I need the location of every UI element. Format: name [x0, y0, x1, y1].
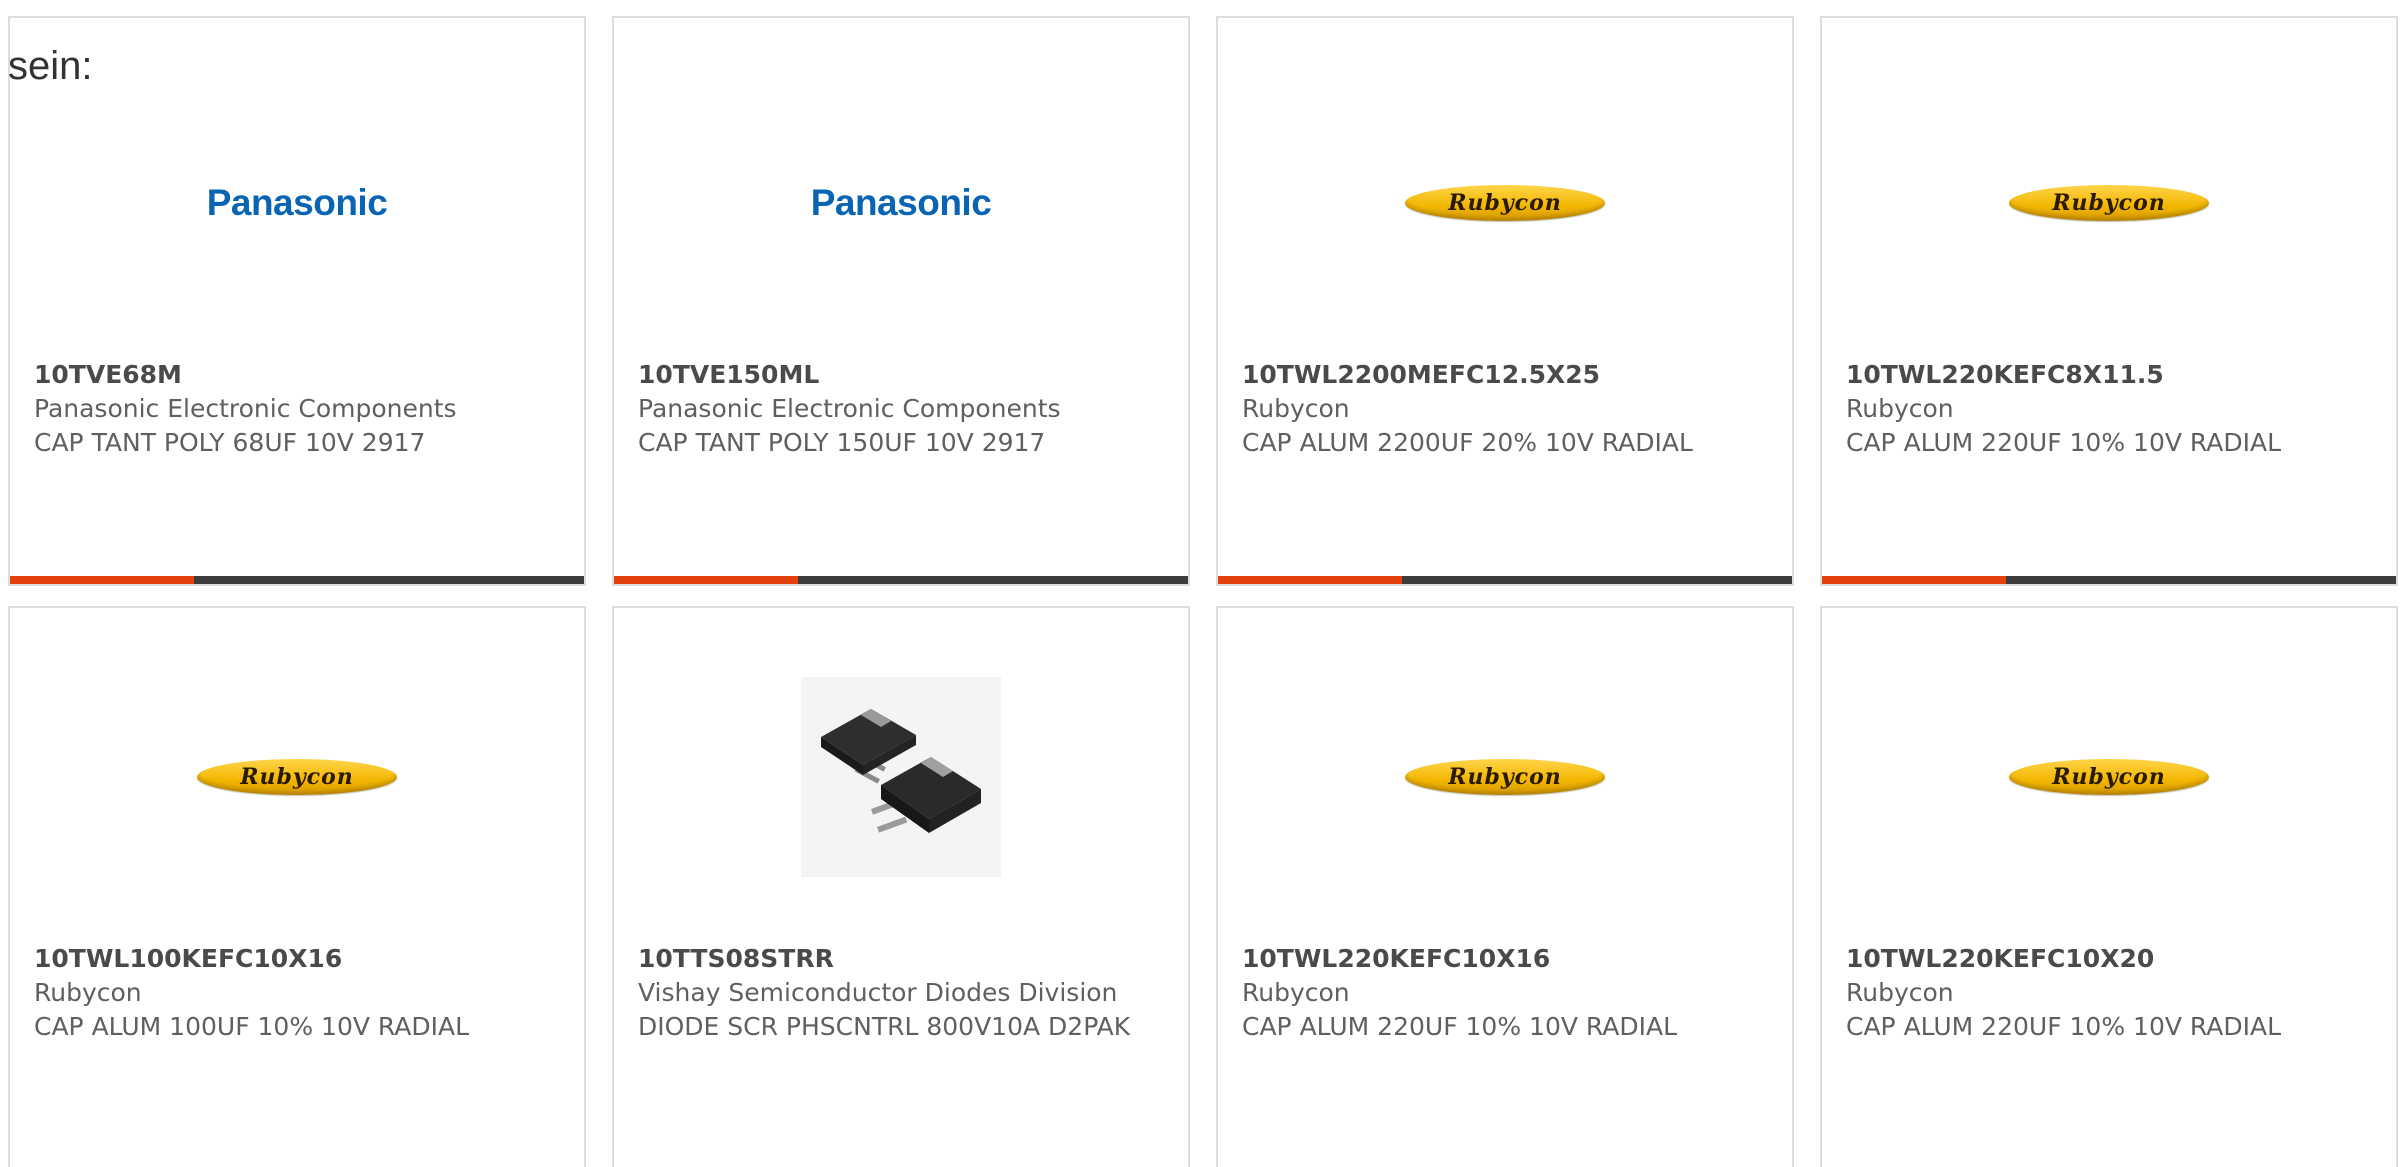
product-description: CAP TANT POLY 150UF 10V 2917: [638, 428, 1046, 457]
product-info: 10TVE150ML Panasonic Electronic Componen…: [638, 358, 1168, 460]
rubycon-logo: Rubycon: [2009, 759, 2209, 795]
manufacturer-name: Panasonic Electronic Components: [34, 394, 457, 423]
rubycon-logo: Rubycon: [1405, 185, 1605, 221]
part-number[interactable]: 10TVE150ML: [638, 358, 1168, 392]
product-grid: Panasonic 10TVE68M Panasonic Electronic …: [8, 16, 2398, 1167]
rubycon-logo-text: Rubycon: [240, 764, 354, 790]
product-description: CAP ALUM 100UF 10% 10V RADIAL: [34, 1012, 470, 1041]
d2pak-product-image: [801, 677, 1001, 877]
product-description: CAP ALUM 2200UF 20% 10V RADIAL: [1242, 428, 1693, 457]
manufacturer-logo-area: Rubycon: [1822, 118, 2396, 288]
progress-fill: [614, 576, 798, 584]
progress-bar: [614, 576, 1188, 584]
product-description: DIODE SCR PHSCNTRL 800V10A D2PAK: [638, 1012, 1131, 1041]
product-card[interactable]: Rubycon 10TWL220KEFC8X11.5 Rubycon CAP A…: [1820, 16, 2398, 586]
manufacturer-name: Rubycon: [1242, 394, 1350, 423]
progress-bar: [1218, 576, 1792, 584]
manufacturer-logo-area: Rubycon: [1218, 118, 1792, 288]
product-image-area: [614, 677, 1188, 877]
product-info: 10TWL220KEFC10X20 Rubycon CAP ALUM 220UF…: [1846, 942, 2376, 1044]
progress-fill: [1218, 576, 1402, 584]
manufacturer-name: Rubycon: [1846, 394, 1954, 423]
rubycon-logo: Rubycon: [197, 759, 397, 795]
rubycon-logo-text: Rubycon: [2052, 190, 2166, 216]
part-number[interactable]: 10TWL220KEFC10X20: [1846, 942, 2376, 976]
product-grid-page: sein: Panasonic 10TVE68M Panasonic Elect…: [0, 0, 2400, 1167]
product-card[interactable]: Rubycon 10TWL220KEFC10X16 Rubycon CAP AL…: [1216, 606, 1794, 1167]
product-description: CAP ALUM 220UF 10% 10V RADIAL: [1846, 428, 2282, 457]
product-info: 10TWL220KEFC8X11.5 Rubycon CAP ALUM 220U…: [1846, 358, 2376, 460]
part-number[interactable]: 10TWL220KEFC10X16: [1242, 942, 1772, 976]
rubycon-logo-text: Rubycon: [2052, 764, 2166, 790]
part-number[interactable]: 10TWL220KEFC8X11.5: [1846, 358, 2376, 392]
product-description: CAP ALUM 220UF 10% 10V RADIAL: [1242, 1012, 1678, 1041]
progress-fill: [10, 576, 194, 584]
intro-text: sein:: [8, 44, 93, 88]
manufacturer-name: Rubycon: [1846, 978, 1954, 1007]
part-number[interactable]: 10TWL2200MEFC12.5X25: [1242, 358, 1772, 392]
panasonic-logo: Panasonic: [810, 182, 992, 223]
progress-fill: [1822, 576, 2006, 584]
panasonic-logo: Panasonic: [206, 182, 388, 223]
manufacturer-logo-area: Rubycon: [1822, 692, 2396, 862]
manufacturer-logo-area: Rubycon: [1218, 692, 1792, 862]
rubycon-logo: Rubycon: [2009, 185, 2209, 221]
product-info: 10TTS08STRR Vishay Semiconductor Diodes …: [638, 942, 1168, 1044]
manufacturer-name: Rubycon: [1242, 978, 1350, 1007]
manufacturer-logo-area: Rubycon: [10, 692, 584, 862]
product-card[interactable]: Rubycon 10TWL220KEFC10X20 Rubycon CAP AL…: [1820, 606, 2398, 1167]
product-description: CAP TANT POLY 68UF 10V 2917: [34, 428, 426, 457]
product-info: 10TWL2200MEFC12.5X25 Rubycon CAP ALUM 22…: [1242, 358, 1772, 460]
product-info: 10TWL100KEFC10X16 Rubycon CAP ALUM 100UF…: [34, 942, 564, 1044]
manufacturer-name: Panasonic Electronic Components: [638, 394, 1061, 423]
manufacturer-logo-area: Panasonic: [10, 118, 584, 288]
manufacturer-logo-area: Panasonic: [614, 118, 1188, 288]
part-number[interactable]: 10TTS08STRR: [638, 942, 1168, 976]
part-number[interactable]: 10TVE68M: [34, 358, 564, 392]
manufacturer-name: Rubycon: [34, 978, 142, 1007]
product-card[interactable]: 10TTS08STRR Vishay Semiconductor Diodes …: [612, 606, 1190, 1167]
product-card[interactable]: Panasonic 10TVE68M Panasonic Electronic …: [8, 16, 586, 586]
rubycon-logo-text: Rubycon: [1448, 190, 1562, 216]
product-info: 10TWL220KEFC10X16 Rubycon CAP ALUM 220UF…: [1242, 942, 1772, 1044]
product-card[interactable]: Rubycon 10TWL100KEFC10X16 Rubycon CAP AL…: [8, 606, 586, 1167]
product-description: CAP ALUM 220UF 10% 10V RADIAL: [1846, 1012, 2282, 1041]
part-number[interactable]: 10TWL100KEFC10X16: [34, 942, 564, 976]
product-card[interactable]: Rubycon 10TWL2200MEFC12.5X25 Rubycon CAP…: [1216, 16, 1794, 586]
rubycon-logo-text: Rubycon: [1448, 764, 1562, 790]
product-card[interactable]: Panasonic 10TVE150ML Panasonic Electroni…: [612, 16, 1190, 586]
rubycon-logo: Rubycon: [1405, 759, 1605, 795]
product-info: 10TVE68M Panasonic Electronic Components…: [34, 358, 564, 460]
progress-bar: [1822, 576, 2396, 584]
progress-bar: [10, 576, 584, 584]
manufacturer-name: Vishay Semiconductor Diodes Division: [638, 978, 1118, 1007]
